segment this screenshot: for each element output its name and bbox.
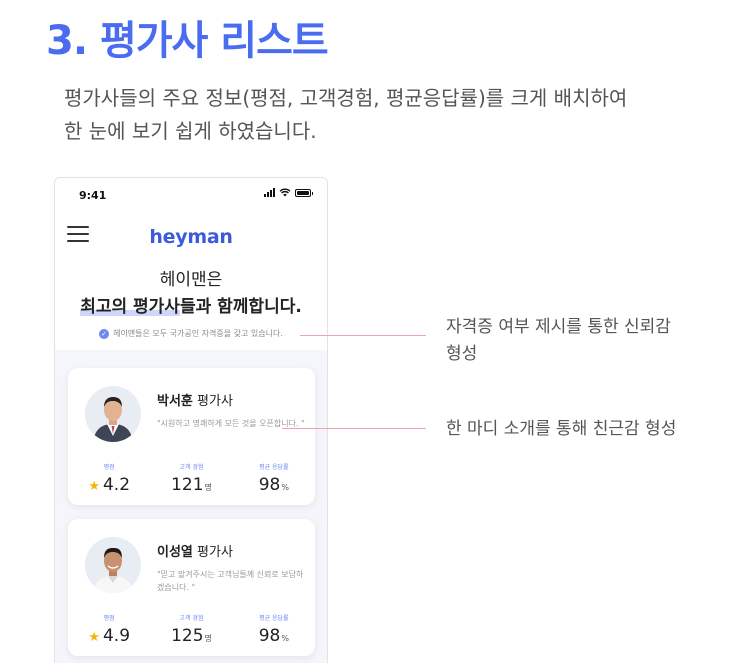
star-icon: ★ <box>88 630 100 645</box>
stat-experience: 고객 경험 121명 <box>171 464 212 495</box>
status-bar: 9:41 <box>55 178 327 210</box>
stat-rating: 평점 ★ 4.2 <box>88 464 131 495</box>
appraiser-stats: 평점 ★ 4.9 고객 경험 125명 평균 응답률 98% <box>68 613 315 646</box>
annotation-quote: 한 마디 소개를 통해 친근감 형성 <box>446 419 677 439</box>
annotation-cert: 자격증 여부 제시를 통한 신뢰감 형성 <box>446 317 671 364</box>
section-heading: 3. 평가사 리스트 <box>46 18 329 64</box>
annotation-line-cert <box>300 335 426 336</box>
stat-response: 평균 응답률 98% <box>258 464 289 495</box>
signal-icon <box>264 188 275 197</box>
hero-line-2-rest: 들과 함께합니다. <box>179 297 302 317</box>
annotation-line-quote <box>282 428 426 429</box>
appraiser-quote: "믿고 맡겨주시는 고객님들께 신뢰로 보답하겠습니다. " <box>157 570 304 592</box>
appraiser-avatar <box>85 386 141 442</box>
appraiser-stats: 평점 ★ 4.2 고객 경험 121명 평균 응답률 98% <box>68 462 315 495</box>
hero-line-2: 최고의 평가사들과 함께합니다. <box>55 292 327 317</box>
hero-line-1: 헤이맨은 <box>159 270 223 290</box>
appraiser-card[interactable]: 이성열 평가사 "믿고 맡겨주시는 고객님들께 신뢰로 보답하겠습니다. " 평… <box>68 519 315 656</box>
stat-rating: 평점 ★ 4.9 <box>88 615 131 646</box>
phone-mockup: 9:41 heyman 헤이맨은 최고의 평가사들과 함께합니다. ✓ 헤이맨들… <box>54 177 328 663</box>
status-icons <box>264 188 313 197</box>
description-line-1: 평가사들의 주요 정보(평점, 고객경험, 평균응답률)를 크게 배치하여 <box>64 86 628 110</box>
appraiser-name: 박서훈 평가사 <box>157 394 233 409</box>
appraiser-name: 이성열 평가사 <box>157 545 233 560</box>
status-time: 9:41 <box>79 189 107 202</box>
star-icon: ★ <box>88 479 100 494</box>
wifi-icon <box>279 188 291 197</box>
appraiser-avatar <box>85 537 141 593</box>
stat-experience: 고객 경험 125명 <box>171 615 212 646</box>
check-circle-icon: ✓ <box>99 328 110 339</box>
certification-text: 헤이맨들은 모두 국가공인 자격증을 갖고 있습니다. <box>113 329 283 338</box>
battery-icon <box>295 188 313 197</box>
stat-response: 평균 응답률 98% <box>258 615 289 646</box>
appraiser-card[interactable]: 박서훈 평가사 "시원하고 명쾌하게 모든 것을 오픈합니다. " 평점 ★ 4.… <box>68 368 315 505</box>
app-logo: heyman <box>149 226 233 248</box>
section-description: 평가사들의 주요 정보(평점, 고객경험, 평균응답률)를 크게 배치하여 한 … <box>64 82 724 148</box>
description-line-2: 한 눈에 보기 쉽게 하였습니다. <box>64 119 317 143</box>
certification-note: ✓ 헤이맨들은 모두 국가공인 자격증을 갖고 있습니다. <box>55 328 327 339</box>
hero-highlight: 최고의 평가사 <box>80 297 180 317</box>
